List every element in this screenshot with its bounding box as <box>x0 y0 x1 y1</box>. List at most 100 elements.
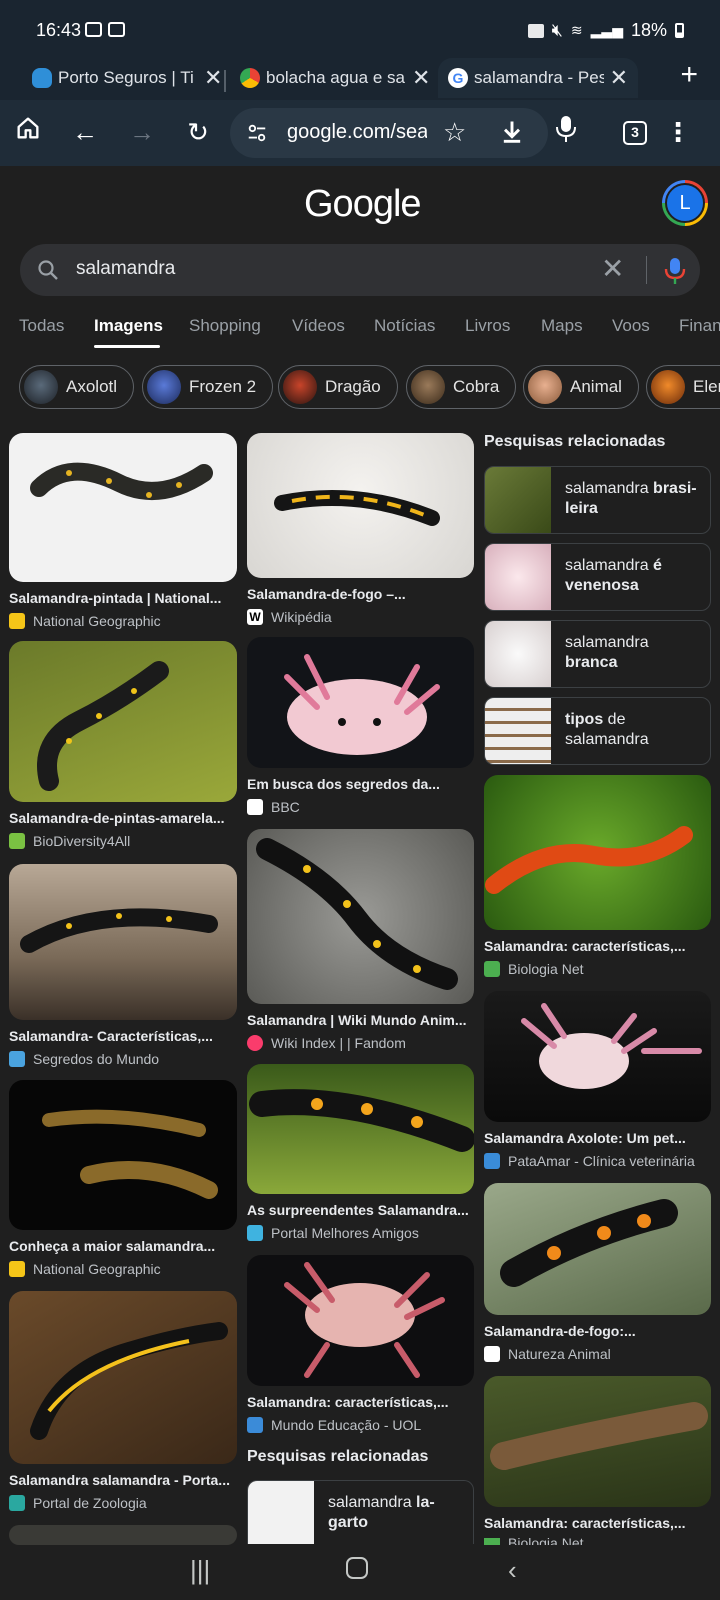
result-source[interactable]: National Geographic <box>9 613 237 629</box>
tab-bolacha[interactable]: bolacha agua e sa ✕ <box>230 58 440 98</box>
image-result-partial[interactable] <box>9 1525 237 1545</box>
image-result[interactable]: As surpreendentes Salamandra... Portal M… <box>247 1064 474 1241</box>
tab-salamandra[interactable]: G salamandra - Pesq ✕ <box>438 58 638 98</box>
tab-porto-seguros[interactable]: Porto Seguros | Ti ✕ <box>22 58 232 98</box>
result-source[interactable]: Segredos do Mundo <box>9 1051 237 1067</box>
site-settings-icon[interactable] <box>246 122 268 144</box>
result-image[interactable] <box>247 637 474 768</box>
related-search-lagarto[interactable]: salamandra la-garto <box>247 1480 474 1544</box>
related-search-brasileira[interactable]: salamandra brasi-leira <box>484 466 711 534</box>
new-tab-icon[interactable]: + <box>680 58 698 92</box>
result-source[interactable]: National Geographic <box>9 1261 237 1277</box>
result-image[interactable] <box>484 991 711 1122</box>
result-image[interactable] <box>9 1525 237 1545</box>
home-nav-icon[interactable] <box>346 1557 368 1579</box>
account-avatar[interactable]: L <box>662 180 708 226</box>
result-image[interactable] <box>9 433 237 582</box>
close-tab-icon[interactable]: ✕ <box>412 65 430 91</box>
url-text[interactable]: google.com/sea <box>287 121 427 144</box>
result-image[interactable] <box>484 1183 711 1315</box>
image-result[interactable]: Salamandra-de-pintas-amarela... BioDiver… <box>9 641 237 849</box>
result-image[interactable] <box>9 641 237 802</box>
result-title[interactable]: Salamandra-de-fogo –... <box>247 586 474 602</box>
clear-search-icon[interactable]: ✕ <box>601 252 624 285</box>
result-image[interactable] <box>247 1255 474 1386</box>
result-image[interactable] <box>9 1291 237 1464</box>
back-nav-icon[interactable]: ‹ <box>508 1555 517 1586</box>
image-result[interactable]: Salamandra Axolote: Um pet... PataAmar -… <box>484 991 711 1169</box>
related-search-branca[interactable]: salamandra branca <box>484 620 711 688</box>
image-result[interactable]: Salamandra-de-fogo:... Natureza Animal <box>484 1183 711 1362</box>
tab-noticias[interactable]: Notícias <box>374 316 435 336</box>
result-image[interactable] <box>247 829 474 1004</box>
result-title[interactable]: Conheça a maior salamandra... <box>9 1238 237 1254</box>
tab-maps[interactable]: Maps <box>541 316 583 336</box>
result-title[interactable]: Salamandra Axolote: Um pet... <box>484 1130 711 1146</box>
image-result[interactable]: Em busca dos segredos da... BBC <box>247 637 474 815</box>
search-input[interactable]: salamandra <box>76 258 175 280</box>
result-title[interactable]: Salamandra-pintada | National... <box>9 590 237 606</box>
chip-dragao[interactable]: Dragão <box>278 365 398 409</box>
result-title[interactable]: Salamandra: características,... <box>247 1394 474 1410</box>
image-result[interactable]: Salamandra: características,... Mundo Ed… <box>247 1255 474 1433</box>
reload-icon[interactable]: ↻ <box>180 114 216 150</box>
result-image[interactable] <box>247 1064 474 1194</box>
result-title[interactable]: Salamandra | Wiki Mundo Anim... <box>247 1012 474 1028</box>
result-title[interactable]: Salamandra-de-fogo:... <box>484 1323 711 1339</box>
result-source[interactable]: BioDiversity4All <box>9 833 237 849</box>
tab-imagens[interactable]: Imagens <box>94 316 163 336</box>
image-result[interactable]: Salamandra | Wiki Mundo Anim... Wiki Ind… <box>247 829 474 1051</box>
result-title[interactable]: As surpreendentes Salamandra... <box>247 1202 474 1218</box>
result-image[interactable] <box>9 864 237 1020</box>
tab-shopping[interactable]: Shopping <box>189 316 261 336</box>
result-image[interactable] <box>484 1376 711 1507</box>
menu-kebab-icon[interactable]: ⋮ <box>660 114 696 150</box>
result-source[interactable]: BBC <box>247 799 474 815</box>
related-search-tipos[interactable]: tipos de salamandra <box>484 697 711 765</box>
result-source[interactable]: Biologia Net <box>484 961 711 977</box>
home-icon[interactable] <box>10 114 46 150</box>
image-result[interactable]: Salamandra salamandra - Porta... Portal … <box>9 1291 237 1511</box>
result-title[interactable]: Salamandra salamandra - Porta... <box>9 1472 237 1488</box>
related-search-venenosa[interactable]: salamandra é venenosa <box>484 543 711 611</box>
result-title[interactable]: Salamandra- Características,... <box>9 1028 237 1044</box>
result-source[interactable]: Wiki Index | | Fandom <box>247 1035 474 1051</box>
image-result[interactable]: Conheça a maior salamandra... National G… <box>9 1080 237 1277</box>
image-result[interactable]: Salamandra-pintada | National... Nationa… <box>9 433 237 629</box>
voice-search-mic-icon[interactable] <box>664 256 686 286</box>
chip-frozen-2[interactable]: Frozen 2 <box>142 365 274 409</box>
tab-count-button[interactable]: 3 <box>623 121 647 145</box>
image-result[interactable]: Salamandra: características,... Biologia… <box>484 775 711 977</box>
image-result[interactable]: Salamandra-de-fogo –... W Wikipédia <box>247 433 474 625</box>
tab-todas[interactable]: Todas <box>19 316 64 336</box>
chip-animal[interactable]: Animal <box>523 365 639 409</box>
recents-icon[interactable]: ||| <box>190 1555 210 1586</box>
image-result[interactable]: Salamandra: características,... Biologia… <box>484 1376 711 1548</box>
tab-videos[interactable]: Vídeos <box>292 316 345 336</box>
address-bar[interactable]: google.com/sea ☆ <box>230 108 548 158</box>
result-source[interactable]: Mundo Educação - UOL <box>247 1417 474 1433</box>
result-source[interactable]: Natureza Animal <box>484 1346 711 1362</box>
result-title[interactable]: Salamandra-de-pintas-amarela... <box>9 810 237 826</box>
result-title[interactable]: Salamandra: características,... <box>484 938 711 954</box>
search-box[interactable]: salamandra ✕ <box>20 244 700 296</box>
result-source[interactable]: W Wikipédia <box>247 609 474 625</box>
result-source[interactable]: PataAmar - Clínica veterinária <box>484 1153 711 1169</box>
forward-arrow-icon[interactable]: → <box>124 114 160 150</box>
result-image[interactable] <box>9 1080 237 1230</box>
chip-elemento[interactable]: Elem <box>646 365 720 409</box>
google-logo[interactable]: Google <box>304 183 422 226</box>
close-tab-icon[interactable]: ✕ <box>610 65 628 91</box>
tab-financas[interactable]: Finan <box>679 316 720 336</box>
tab-voos[interactable]: Voos <box>612 316 650 336</box>
image-result[interactable]: Salamandra- Características,... Segredos… <box>9 864 237 1067</box>
chip-cobra[interactable]: Cobra <box>406 365 517 409</box>
result-source[interactable]: Portal Melhores Amigos <box>247 1225 474 1241</box>
result-source[interactable]: Portal de Zoologia <box>9 1495 237 1511</box>
result-image[interactable] <box>247 433 474 578</box>
result-title[interactable]: Em busca dos segredos da... <box>247 776 474 792</box>
bookmark-star-icon[interactable]: ☆ <box>443 117 466 148</box>
voice-mic-icon[interactable] <box>548 114 584 150</box>
result-title[interactable]: Salamandra: características,... <box>484 1515 711 1531</box>
result-image[interactable] <box>484 775 711 930</box>
